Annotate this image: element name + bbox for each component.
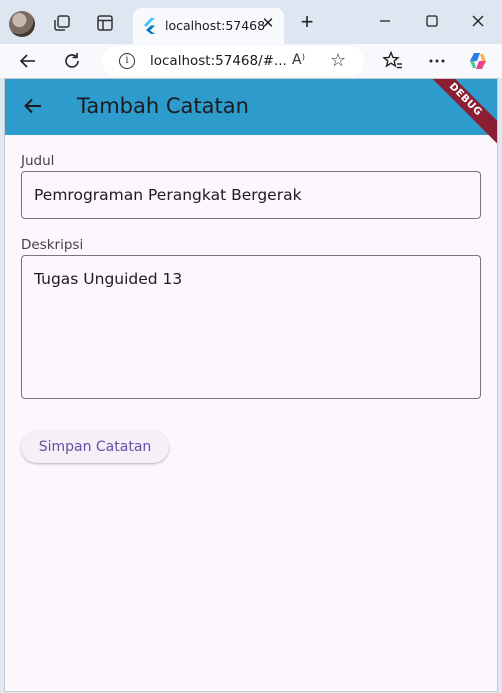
judul-label: Judul (21, 153, 55, 169)
save-note-button[interactable]: Simpan Catatan (21, 431, 169, 463)
deskripsi-textarea[interactable]: Tugas Unguided 13 (21, 255, 481, 399)
refresh-icon[interactable] (61, 50, 83, 72)
app-viewport: Tambah Catatan DEBUG Judul Pemrograman P… (5, 78, 497, 691)
judul-value[interactable]: Pemrograman Perangkat Bergerak (34, 186, 302, 204)
copilot-icon[interactable] (467, 50, 489, 72)
browser-tab-strip: localhost:57468 ✕ + (0, 0, 502, 44)
back-icon[interactable] (17, 50, 39, 72)
judul-input[interactable]: Pemrograman Perangkat Bergerak (21, 171, 481, 219)
app-bar: Tambah Catatan DEBUG (5, 78, 497, 149)
deskripsi-value[interactable]: Tugas Unguided 13 (34, 270, 182, 288)
address-bar[interactable]: i localhost:57468/#... A⁾ ☆ (102, 46, 364, 76)
minimize-icon[interactable] (374, 10, 396, 32)
read-aloud-icon[interactable]: A⁾ (292, 52, 305, 68)
favorites-icon[interactable] (382, 50, 404, 72)
back-arrow-icon[interactable] (22, 95, 44, 117)
workspaces-icon[interactable] (52, 13, 72, 33)
info-icon[interactable]: i (119, 53, 135, 69)
close-window-icon[interactable] (467, 10, 489, 32)
new-tab-button[interactable]: + (296, 11, 318, 34)
tab-actions-icon[interactable] (95, 13, 115, 33)
debug-banner: DEBUG (416, 78, 497, 149)
tab-title: localhost:57468 (165, 18, 266, 33)
url-text[interactable]: localhost:57468/#... (150, 53, 287, 69)
tab-close-icon[interactable]: ✕ (260, 16, 276, 32)
deskripsi-label: Deskripsi (21, 237, 84, 253)
flutter-favicon (144, 18, 155, 34)
page-title: Tambah Catatan (77, 94, 249, 118)
more-icon[interactable] (426, 50, 448, 72)
active-tab[interactable]: localhost:57468 ✕ (133, 8, 284, 44)
maximize-icon[interactable] (421, 10, 443, 32)
profile-avatar[interactable] (9, 11, 35, 37)
favorite-star-icon[interactable]: ☆ (330, 50, 346, 71)
browser-toolbar: i localhost:57468/#... A⁾ ☆ (0, 44, 502, 78)
